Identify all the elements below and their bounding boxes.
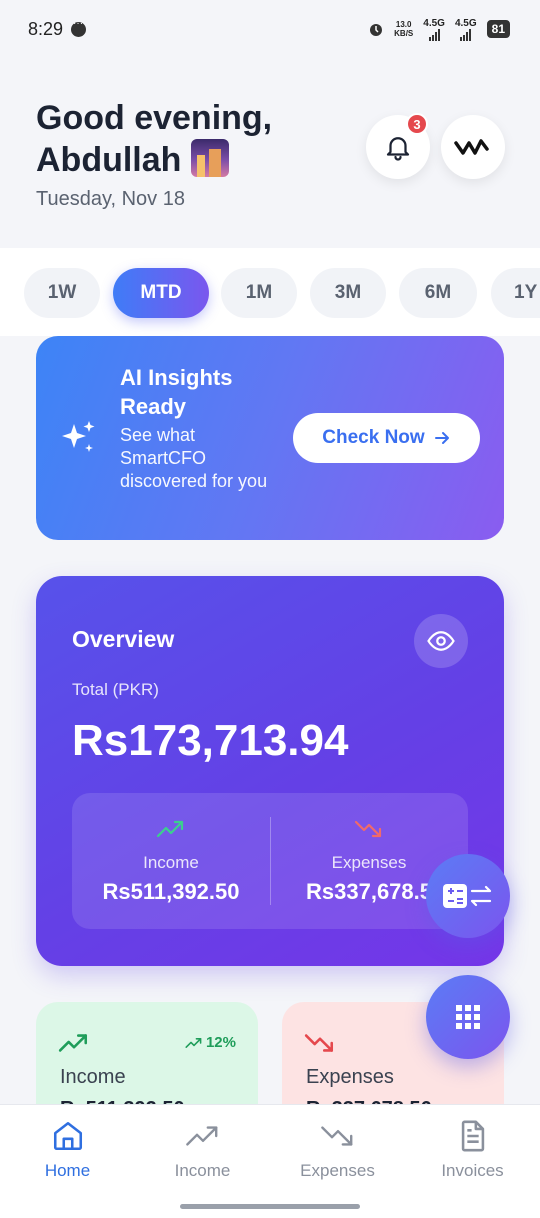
total-balance: Rs173,713.94 bbox=[72, 716, 349, 765]
time-range-selector: 1W MTD 1M 3M 6M 1Y bbox=[0, 248, 540, 336]
income-stat-label: Income bbox=[60, 1066, 126, 1088]
range-chip-1y[interactable]: 1Y bbox=[491, 268, 540, 318]
nav-income[interactable]: Income bbox=[135, 1119, 270, 1189]
nav-invoices[interactable]: Invoices bbox=[405, 1119, 540, 1189]
bottom-navigation: Home Income Expenses Invoices bbox=[0, 1104, 540, 1218]
ai-insights-card[interactable]: AI Insights Ready See what SmartCFO disc… bbox=[36, 336, 504, 540]
header: Good evening, Abdullah Tuesday, Nov 18 3 bbox=[0, 58, 540, 248]
summary-income-label: Income bbox=[143, 853, 199, 872]
smartcfo-logo-icon bbox=[454, 139, 489, 155]
chat-notification-icon bbox=[71, 18, 87, 37]
calculator-convert-fab[interactable] bbox=[426, 854, 510, 938]
status-left: 8:29 bbox=[28, 18, 87, 40]
current-date: Tuesday, Nov 18 bbox=[36, 188, 185, 210]
calculator-swap-icon bbox=[443, 884, 492, 908]
overview-title: Overview bbox=[72, 626, 175, 652]
apps-grid-fab[interactable] bbox=[426, 975, 510, 1059]
notifications-button[interactable]: 3 bbox=[366, 113, 430, 179]
status-bar: 8:29 13.0 KB/S 4.5G 4.5G 81 bbox=[0, 0, 540, 58]
trending-down-icon bbox=[304, 1034, 334, 1052]
net-speed: 13.0 KB/S bbox=[394, 20, 413, 38]
trending-down-icon bbox=[320, 1126, 352, 1146]
battery-icon: 81 bbox=[486, 20, 510, 38]
status-time: 8:29 bbox=[28, 18, 64, 39]
signal-bars-icon bbox=[428, 28, 440, 41]
income-expense-summary: Income Rs511,392.50 Expenses Rs337,678.5 bbox=[72, 793, 468, 929]
trending-down-icon bbox=[354, 820, 382, 838]
home-indicator[interactable] bbox=[180, 1204, 360, 1209]
check-now-label: Check Now bbox=[322, 427, 425, 448]
signal-bars-icon bbox=[460, 28, 472, 41]
greeting-line: Good evening, bbox=[36, 99, 273, 137]
nav-income-label: Income bbox=[174, 1161, 231, 1180]
check-now-button[interactable]: Check Now bbox=[293, 413, 480, 463]
net-type-1: 4.5G bbox=[423, 17, 445, 29]
range-chip-6m[interactable]: 6M bbox=[399, 268, 477, 318]
expenses-stat-label: Expenses bbox=[306, 1066, 394, 1088]
greeting: Good evening, Abdullah bbox=[36, 98, 272, 181]
nav-home[interactable]: Home bbox=[0, 1119, 135, 1189]
signal-2: 4.5G bbox=[455, 18, 477, 41]
city-night-emoji-icon bbox=[190, 139, 229, 177]
arrow-right-icon bbox=[434, 432, 449, 444]
user-name: Abdullah bbox=[36, 141, 182, 179]
nav-expenses-label: Expenses bbox=[300, 1161, 375, 1180]
toggle-visibility-button[interactable] bbox=[414, 614, 468, 668]
sparkles-icon bbox=[62, 421, 95, 452]
total-label: Total (PKR) bbox=[72, 680, 159, 699]
income-change: 12% bbox=[185, 1034, 236, 1051]
trending-up-icon bbox=[156, 820, 184, 838]
eye-icon bbox=[427, 631, 455, 651]
document-icon bbox=[461, 1120, 484, 1152]
trending-up-icon bbox=[58, 1034, 88, 1052]
app-logo-button[interactable] bbox=[441, 115, 505, 179]
net-type-2: 4.5G bbox=[454, 17, 477, 29]
home-icon bbox=[53, 1121, 82, 1151]
income-change-value: 12% bbox=[205, 1034, 236, 1051]
net-speed-value: 13.0 bbox=[395, 20, 412, 29]
notification-badge: 3 bbox=[406, 113, 428, 135]
ai-insights-title: AI Insights Ready bbox=[120, 365, 233, 419]
nav-invoices-label: Invoices bbox=[441, 1161, 504, 1180]
ai-insights-subtitle: See what SmartCFO discovered for you bbox=[120, 425, 268, 491]
signal-1: 4.5G bbox=[423, 18, 445, 41]
grid-icon bbox=[456, 1005, 480, 1029]
range-chip-mtd[interactable]: MTD bbox=[113, 268, 209, 318]
range-chip-1w[interactable]: 1W bbox=[24, 268, 100, 318]
trending-up-icon bbox=[185, 1126, 217, 1146]
range-chip-3m[interactable]: 3M bbox=[310, 268, 386, 318]
nav-expenses[interactable]: Expenses bbox=[270, 1119, 405, 1189]
status-right: 13.0 KB/S 4.5G 4.5G 81 bbox=[368, 18, 510, 41]
trending-up-small-icon bbox=[185, 1037, 202, 1048]
nav-home-label: Home bbox=[44, 1161, 91, 1180]
summary-income: Income Rs511,392.50 bbox=[72, 793, 270, 929]
summary-income-value: Rs511,392.50 bbox=[102, 879, 240, 904]
net-speed-unit: KB/S bbox=[394, 29, 414, 38]
alarm-icon bbox=[370, 24, 383, 36]
range-chip-1m[interactable]: 1M bbox=[221, 268, 297, 318]
bell-icon bbox=[386, 137, 410, 161]
